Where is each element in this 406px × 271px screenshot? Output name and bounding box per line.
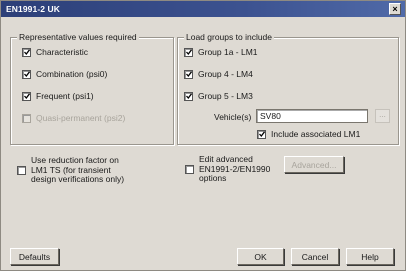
representative-values-group: Representative values required Character… [10,32,174,145]
group-5-label: Group 5 - LM3 [198,91,253,101]
check-icon [185,93,192,99]
close-button[interactable]: × [389,3,401,15]
representative-values-legend: Representative values required [17,32,139,42]
help-button[interactable]: Help [346,248,394,265]
advanced-button: Advanced... [284,156,344,173]
quasi-permanent-checkbox: Quasi-permanent (psi2) [22,113,125,123]
checkbox-box[interactable] [184,91,193,101]
characteristic-checkbox[interactable]: Characteristic [22,47,88,57]
group-1a-label: Group 1a - LM1 [198,47,258,57]
include-lm1-checkbox[interactable]: Include associated LM1 [257,129,360,139]
checkbox-box[interactable] [257,129,266,139]
check-icon [258,131,265,137]
title-bar[interactable]: EN1991-2 UK × [1,1,405,17]
quasi-permanent-label: Quasi-permanent (psi2) [36,113,126,123]
reduction-factor-label: Use reduction factor on LM1 TS (for tran… [31,155,125,184]
check-icon [185,71,192,77]
check-icon [23,93,30,99]
en1991-dialog: EN1991-2 UK × Representative values requ… [0,0,406,271]
check-icon [23,49,30,55]
reduction-factor-checkbox[interactable]: Use reduction factor on LM1 TS (for tran… [17,155,133,185]
checkbox-box [22,113,31,123]
checkbox-box[interactable] [185,164,194,174]
ok-button[interactable]: OK [237,248,284,265]
load-groups-group: Load groups to include Group 1a - LM1 Gr… [177,32,399,145]
combination-checkbox[interactable]: Combination (psi0) [22,69,107,79]
window-title: EN1991-2 UK [6,4,61,14]
check-icon [185,49,192,55]
group-4-label: Group 4 - LM4 [198,69,253,79]
edit-advanced-label: Edit advanced EN1991-2/EN1990 options [199,154,271,183]
group-1a-checkbox[interactable]: Group 1a - LM1 [184,47,258,57]
cancel-button[interactable]: Cancel [291,248,339,265]
checkbox-box[interactable] [22,47,31,57]
check-icon [23,71,30,77]
group-4-checkbox[interactable]: Group 4 - LM4 [184,69,253,79]
edit-advanced-checkbox[interactable]: Edit advanced EN1991-2/EN1990 options [185,154,281,184]
vehicles-browse-button: ... [375,109,390,123]
characteristic-label: Characteristic [36,47,88,57]
frequent-checkbox[interactable]: Frequent (psi1) [22,91,94,101]
frequent-label: Frequent (psi1) [36,91,94,101]
close-icon: × [392,4,398,14]
checkbox-box[interactable] [17,165,26,175]
checkbox-box[interactable] [22,69,31,79]
defaults-button[interactable]: Defaults [10,248,59,265]
vehicles-input[interactable]: SV80 [256,109,368,123]
include-lm1-label: Include associated LM1 [271,129,361,139]
checkbox-box[interactable] [184,47,193,57]
vehicles-label: Vehicle(s) [214,112,252,122]
group-5-checkbox[interactable]: Group 5 - LM3 [184,91,253,101]
checkbox-box[interactable] [22,91,31,101]
combination-label: Combination (psi0) [36,69,108,79]
load-groups-legend: Load groups to include [184,32,275,42]
checkbox-box[interactable] [184,69,193,79]
